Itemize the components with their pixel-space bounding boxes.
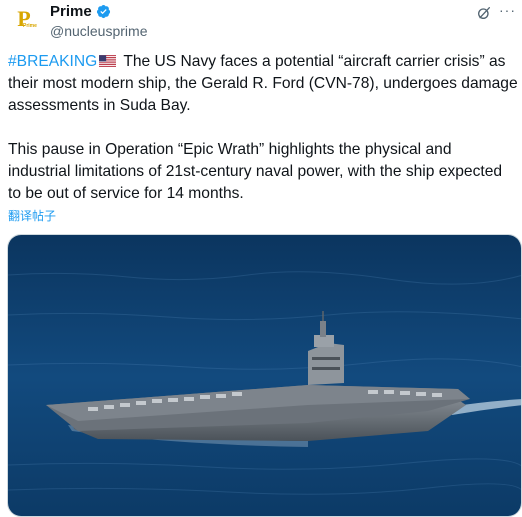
- aircraft-carrier-photo: [8, 235, 521, 516]
- avatar-subtext: Prime: [23, 23, 37, 29]
- account-handle[interactable]: @nucleusprime: [50, 23, 147, 39]
- post: P Prime Prime @nucleusprime ··· #BREAKIN…: [0, 0, 522, 517]
- avatar[interactable]: P Prime: [8, 4, 40, 36]
- post-paragraph-1: #BREAKING The US Navy faces a potential …: [8, 51, 518, 117]
- grok-icon[interactable]: [476, 5, 492, 21]
- verified-badge-icon: [96, 4, 110, 19]
- post-text: #BREAKING The US Navy faces a potential …: [8, 51, 518, 227]
- us-flag-icon: [99, 55, 117, 67]
- translate-post-link[interactable]: 翻译帖子: [8, 207, 56, 224]
- name-row: Prime: [50, 3, 111, 20]
- more-icon[interactable]: ···: [499, 3, 516, 17]
- account-name[interactable]: Prime: [50, 3, 92, 20]
- hashtag-link[interactable]: #BREAKING: [8, 53, 97, 70]
- post-image[interactable]: [7, 234, 522, 517]
- post-paragraph-2: This pause in Operation “Epic Wrath” hig…: [8, 141, 503, 202]
